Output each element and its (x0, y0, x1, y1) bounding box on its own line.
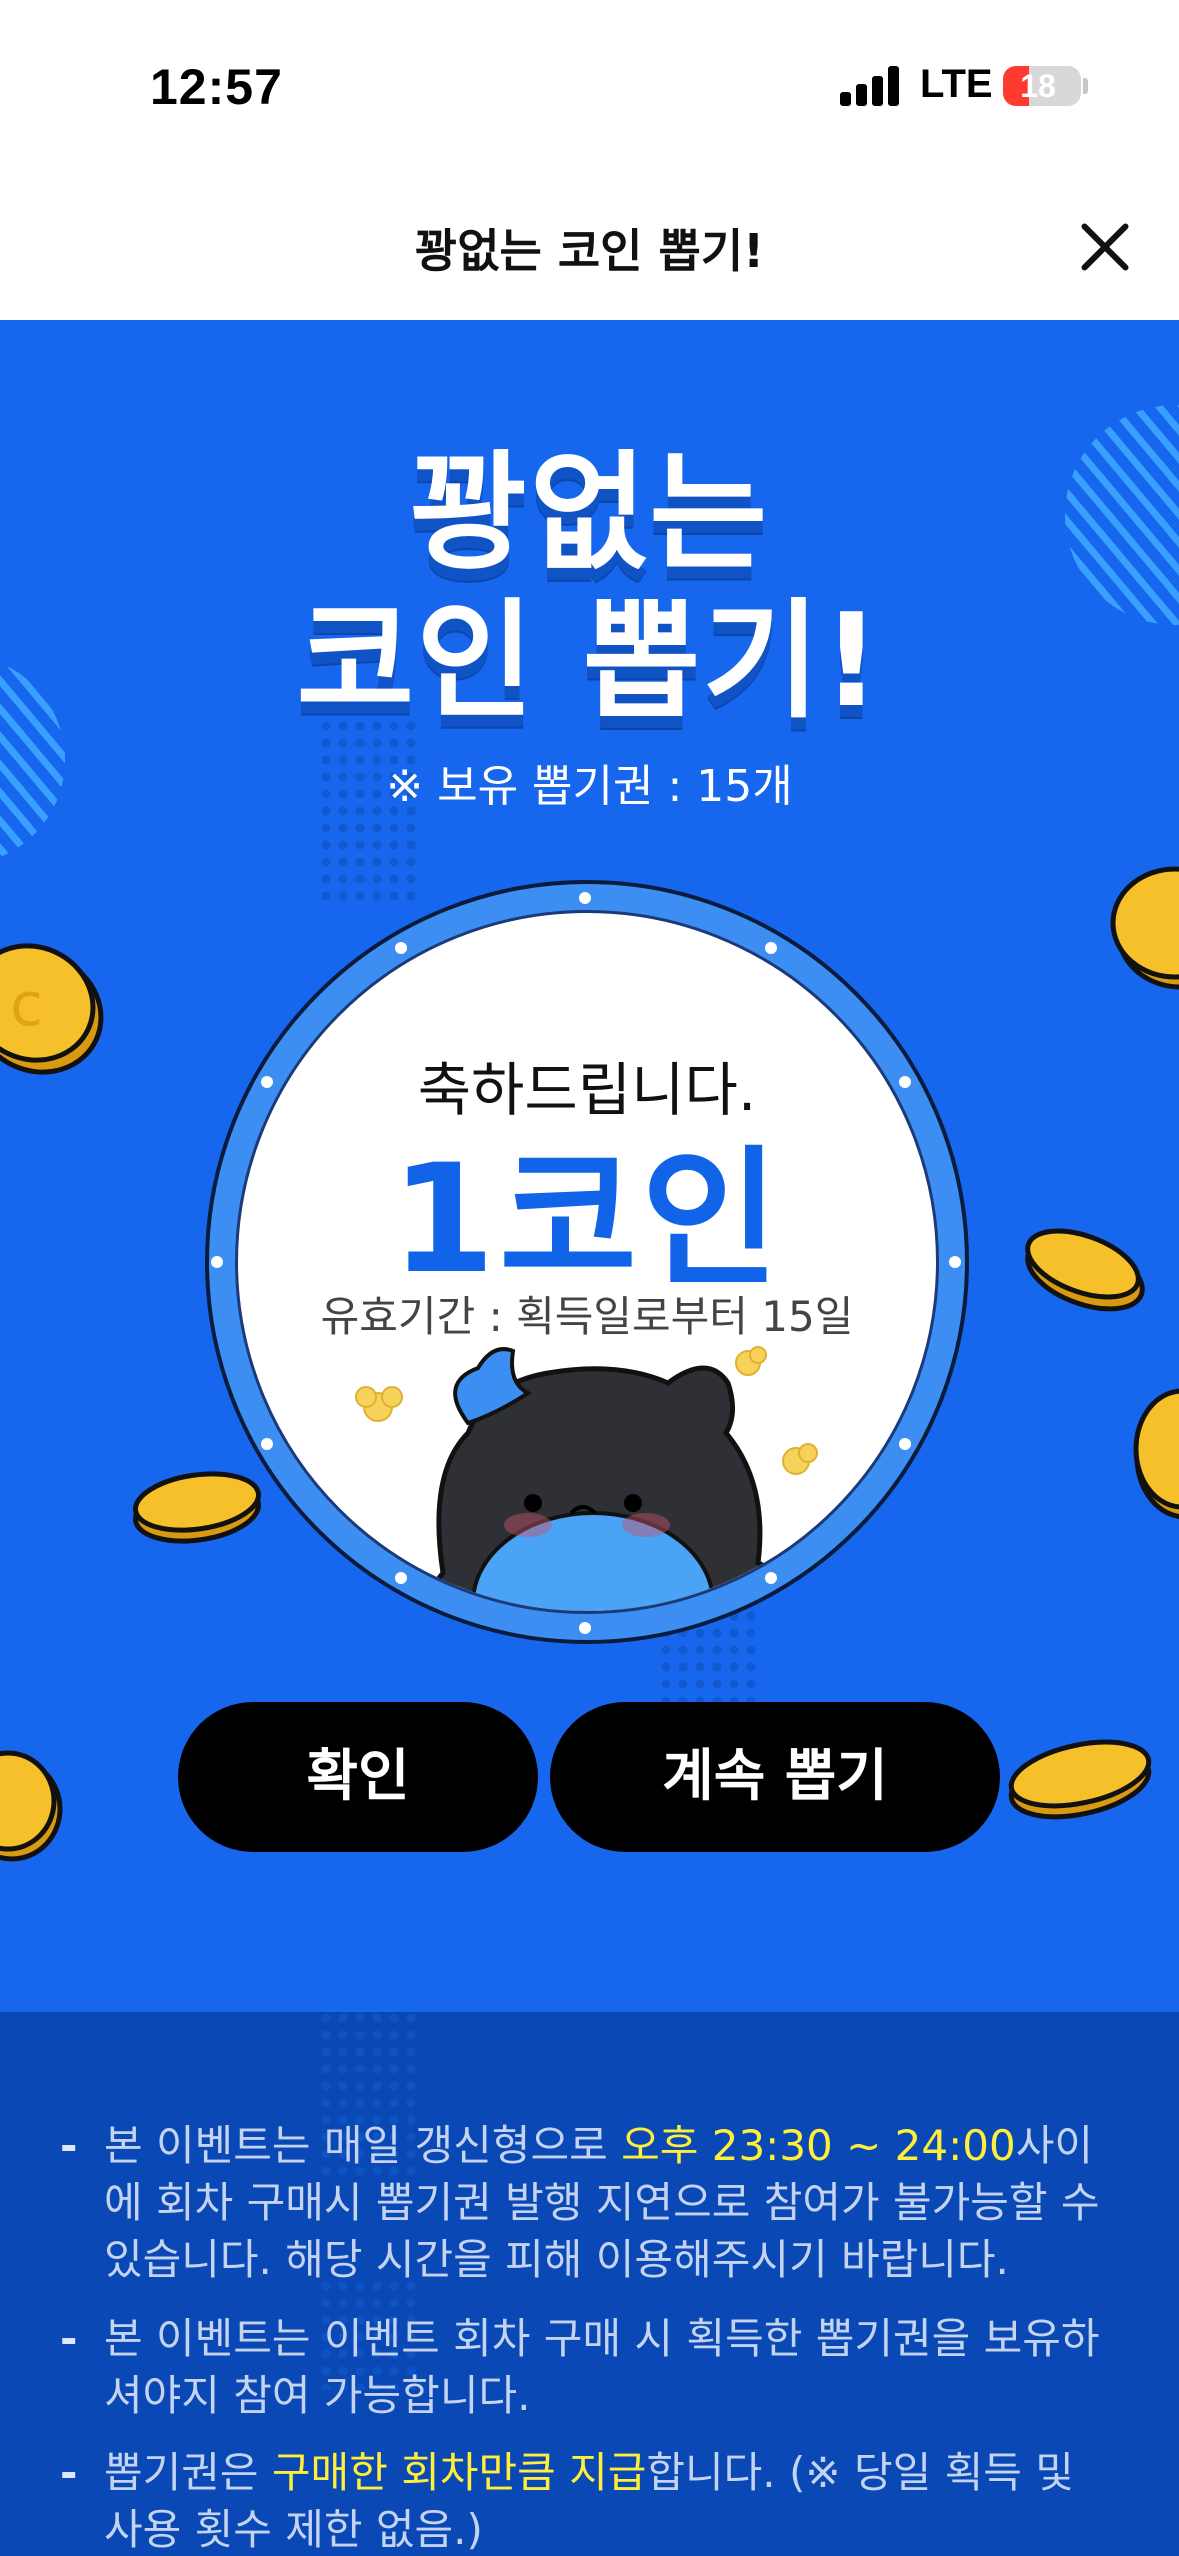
notice-item: - 본 이벤트는 매일 갱신형으로 오후 23:30 ~ 24:00사이에 회차… (60, 2117, 1120, 2288)
confirm-button[interactable]: 확인 (178, 1702, 538, 1852)
network-type: LTE (920, 62, 993, 106)
coin-icon (1025, 1228, 1145, 1312)
rim-dot (899, 1438, 911, 1450)
signal-icon (840, 66, 900, 106)
event-panel: 꽝없는 코인 뽑기! ※ 보유 뽑기권 : 15개 c 축하드립니다. 1코인 … (0, 320, 1179, 2012)
notice-text: 뽑기권은 (104, 2448, 272, 2497)
svg-text:c: c (10, 970, 43, 1040)
rim-dot (949, 1256, 961, 1268)
rim-dot (261, 1438, 273, 1450)
coin-icon: c (0, 943, 104, 1075)
rim-dot (211, 1256, 223, 1268)
rim-dot (395, 1572, 407, 1584)
bullet-dash: - (60, 2448, 78, 2497)
rim-dot (765, 942, 777, 954)
status-bar: 12:57 LTE 18 (0, 0, 1179, 175)
coin-icon (0, 1750, 63, 1862)
hero-title: 꽝없는 코인 뽑기! (0, 440, 1179, 736)
rim-dot (579, 892, 591, 904)
battery-icon: 18 (1003, 66, 1081, 106)
notice-text: 본 이벤트는 이벤트 회차 구매 시 획득한 뽑기권을 보유하셔야지 참여 가능… (104, 2314, 1100, 2420)
ticket-count: ※ 보유 뽑기권 : 15개 (386, 761, 793, 812)
rim-dot (395, 942, 407, 954)
battery-tip (1083, 78, 1088, 94)
bullet-dash: - (60, 2121, 78, 2170)
rim-dot (261, 1076, 273, 1088)
continue-draw-button[interactable]: 계속 뽑기 (550, 1702, 1000, 1852)
mascot-character (355, 1346, 818, 1611)
notice-highlight: 구매한 회차만큼 지급 (271, 2448, 647, 2497)
hero-title-line1: 꽝없는 (409, 439, 770, 588)
close-button[interactable] (1075, 217, 1135, 277)
coin-icon (1008, 1739, 1152, 1820)
rim-dot (579, 1622, 591, 1634)
notice-item: - 본 이벤트는 이벤트 회차 구매 시 획득한 뽑기권을 보유하셔야지 참여 … (60, 2310, 1120, 2424)
status-time: 12:57 (150, 59, 283, 115)
notice-item: - 뽑기권은 구매한 회차만큼 지급합니다. (※ 당일 획득 및 사용 횟수 … (60, 2444, 1120, 2556)
bullet-dash: - (60, 2314, 78, 2363)
result-card: 축하드립니다. 1코인 유효기간 : 획득일로부터 15일 (205, 880, 969, 1644)
notice-section: - 본 이벤트는 매일 갱신형으로 오후 23:30 ~ 24:00사이에 회차… (0, 2012, 1179, 2556)
battery-level: 18 (1020, 68, 1056, 104)
page-header: 꽝없는 코인 뽑기! (0, 175, 1179, 320)
rim-dot (899, 1076, 911, 1088)
notice-text: 본 이벤트는 매일 갱신형으로 (104, 2121, 622, 2170)
coin-icon (1110, 866, 1179, 990)
hero-title-line2: 코인 뽑기! (296, 587, 883, 736)
coin-icon (1133, 1388, 1179, 1520)
rim-dot (765, 1572, 777, 1584)
page-title: 꽝없는 코인 뽑기! (414, 224, 765, 278)
notice-highlight: 오후 23:30 ~ 24:00 (621, 2121, 1016, 2170)
result-card-inner: 축하드립니다. 1코인 유효기간 : 획득일로부터 15일 (235, 910, 939, 1614)
